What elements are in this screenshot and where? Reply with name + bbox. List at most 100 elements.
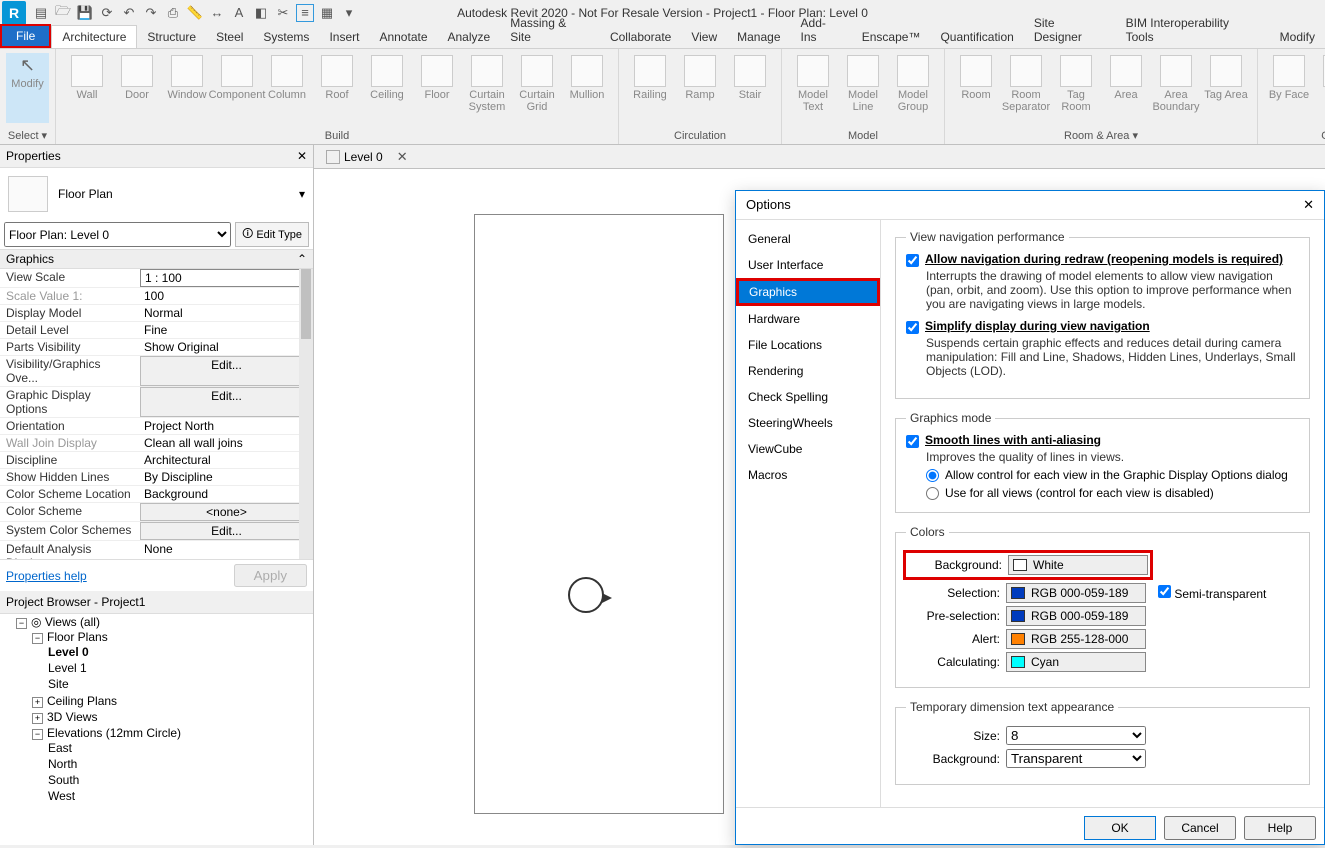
qat-close-icon[interactable]: ▾: [340, 4, 358, 22]
smooth-lines-checkbox[interactable]: [906, 435, 919, 448]
close-icon[interactable]: ✕: [297, 149, 307, 163]
collapse-icon[interactable]: −: [32, 729, 43, 740]
expand-icon[interactable]: +: [32, 697, 43, 708]
elev-south[interactable]: South: [48, 772, 313, 788]
options-tab-rendering[interactable]: Rendering: [736, 358, 880, 384]
ribbon-railing-button[interactable]: Railing: [625, 53, 675, 124]
ribbon-window-button[interactable]: Window: [162, 53, 212, 124]
qat-section-icon[interactable]: ✂: [274, 4, 292, 22]
ribbon-column-button[interactable]: Column: [262, 53, 312, 124]
elev-north[interactable]: North: [48, 756, 313, 772]
qat-text-icon[interactable]: A: [230, 4, 248, 22]
tab-modify[interactable]: Modify: [1270, 26, 1325, 48]
ribbon-curtain-grid-button[interactable]: Curtain Grid: [512, 53, 562, 124]
ribbon-room-button[interactable]: Room: [951, 53, 1001, 123]
apply-button[interactable]: Apply: [234, 564, 307, 587]
ribbon-wall-button[interactable]: Wall: [62, 53, 112, 124]
tab-sitedesigner[interactable]: Site Designer: [1024, 12, 1116, 48]
ribbon-tag-room-button[interactable]: Tag Room: [1051, 53, 1101, 123]
prop-row[interactable]: Color Scheme<none>: [0, 503, 313, 522]
semi-transparent-checkbox[interactable]: [1158, 585, 1171, 598]
instance-select[interactable]: Floor Plan: Level 0: [4, 222, 231, 247]
edit-type-button[interactable]: 🛈Edit Type: [235, 222, 309, 247]
ribbon-area-button[interactable]: Area: [1101, 53, 1151, 123]
tab-annotate[interactable]: Annotate: [369, 26, 437, 48]
properties-help-link[interactable]: Properties help: [6, 569, 87, 583]
color-button[interactable]: Cyan: [1006, 652, 1146, 672]
scrollbar[interactable]: [299, 269, 313, 559]
type-selector[interactable]: Floor Plan ▾: [0, 168, 313, 220]
prop-row[interactable]: System Color SchemesEdit...: [0, 522, 313, 541]
prop-row[interactable]: DisciplineArchitectural: [0, 452, 313, 469]
prop-row[interactable]: Graphic Display OptionsEdit...: [0, 387, 313, 418]
qat-redo-icon[interactable]: ↷: [142, 4, 160, 22]
ribbon-floor-button[interactable]: Floor: [412, 53, 462, 124]
prop-row[interactable]: Detail LevelFine: [0, 322, 313, 339]
ribbon-shaft-button[interactable]: Shaft: [1314, 53, 1325, 124]
aa-per-view-radio[interactable]: [926, 469, 939, 482]
ribbon-tag-area-button[interactable]: Tag Area: [1201, 53, 1251, 123]
prop-row[interactable]: Parts VisibilityShow Original: [0, 339, 313, 356]
group-select[interactable]: Select ▾: [0, 127, 55, 144]
size-select[interactable]: 8: [1006, 726, 1146, 745]
tab-collaborate[interactable]: Collaborate: [600, 26, 681, 48]
close-view-icon[interactable]: ✕: [397, 149, 408, 165]
color-button[interactable]: RGB 255-128-000: [1006, 629, 1146, 649]
view-level0[interactable]: Level 0: [48, 644, 313, 660]
prop-row[interactable]: Color Scheme LocationBackground: [0, 486, 313, 503]
options-tab-user-interface[interactable]: User Interface: [736, 252, 880, 278]
allow-nav-checkbox[interactable]: [906, 254, 919, 267]
ribbon-model-group-button[interactable]: Model Group: [888, 53, 938, 124]
tab-quantification[interactable]: Quantification: [930, 26, 1023, 48]
simplify-checkbox[interactable]: [906, 321, 919, 334]
views-all[interactable]: Views (all): [45, 615, 100, 629]
ribbon-area-boundary-button[interactable]: Area Boundary: [1151, 53, 1201, 123]
ribbon-model-line-button[interactable]: Model Line: [838, 53, 888, 124]
help-button[interactable]: Help: [1244, 816, 1316, 840]
options-tab-steeringwheels[interactable]: SteeringWheels: [736, 410, 880, 436]
qat-measure-icon[interactable]: 📏: [186, 4, 204, 22]
prop-row[interactable]: View Scale1 : 100: [0, 269, 313, 288]
ribbon-mullion-button[interactable]: Mullion: [562, 53, 612, 124]
options-tab-hardware[interactable]: Hardware: [736, 306, 880, 332]
elev-east[interactable]: East: [48, 740, 313, 756]
ribbon-roof-button[interactable]: Roof: [312, 53, 362, 124]
cancel-button[interactable]: Cancel: [1164, 816, 1236, 840]
tab-structure[interactable]: Structure: [137, 26, 206, 48]
ok-button[interactable]: OK: [1084, 816, 1156, 840]
ribbon-curtain-system-button[interactable]: Curtain System: [462, 53, 512, 124]
view-site[interactable]: Site: [48, 676, 313, 692]
qat-save-icon[interactable]: 💾: [76, 4, 94, 22]
ribbon-component-button[interactable]: Component: [212, 53, 262, 124]
qat-3d-icon[interactable]: ◧: [252, 4, 270, 22]
prop-row[interactable]: Wall Join DisplayClean all wall joins: [0, 435, 313, 452]
view-tab-level0[interactable]: Level 0: [318, 148, 391, 166]
prop-row[interactable]: OrientationProject North: [0, 418, 313, 435]
prop-row[interactable]: Display ModelNormal: [0, 305, 313, 322]
qat-recent-icon[interactable]: ▤: [32, 4, 50, 22]
tab-manage[interactable]: Manage: [727, 26, 790, 48]
tab-enscape[interactable]: Enscape™: [852, 26, 931, 48]
prop-row[interactable]: Visibility/Graphics Ove...Edit...: [0, 356, 313, 387]
tab-insert[interactable]: Insert: [319, 26, 369, 48]
tab-architecture[interactable]: Architecture: [51, 25, 137, 48]
ribbon-by-face-button[interactable]: By Face: [1264, 53, 1314, 124]
elevation-marker[interactable]: [568, 577, 604, 613]
ceiling-plans-node[interactable]: Ceiling Plans: [47, 694, 117, 708]
qat-sync-icon[interactable]: ⟳: [98, 4, 116, 22]
color-button[interactable]: RGB 000-059-189: [1006, 606, 1146, 626]
ribbon-model-text-button[interactable]: Model Text: [788, 53, 838, 124]
dialog-close-icon[interactable]: ✕: [1303, 197, 1314, 213]
ribbon-door-button[interactable]: Door: [112, 53, 162, 124]
aa-all-views-radio[interactable]: [926, 487, 939, 500]
qat-dim-icon[interactable]: ↔: [208, 4, 226, 22]
elev-west[interactable]: West: [48, 788, 313, 804]
qat-undo-icon[interactable]: ↶: [120, 4, 138, 22]
tab-file[interactable]: File: [0, 24, 51, 48]
tab-view[interactable]: View: [681, 26, 727, 48]
options-tab-file-locations[interactable]: File Locations: [736, 332, 880, 358]
options-tab-general[interactable]: General: [736, 226, 880, 252]
options-tab-viewcube[interactable]: ViewCube: [736, 436, 880, 462]
category-graphics[interactable]: Graphics⌃: [0, 249, 313, 269]
qat-print-icon[interactable]: ⎙: [164, 4, 182, 22]
